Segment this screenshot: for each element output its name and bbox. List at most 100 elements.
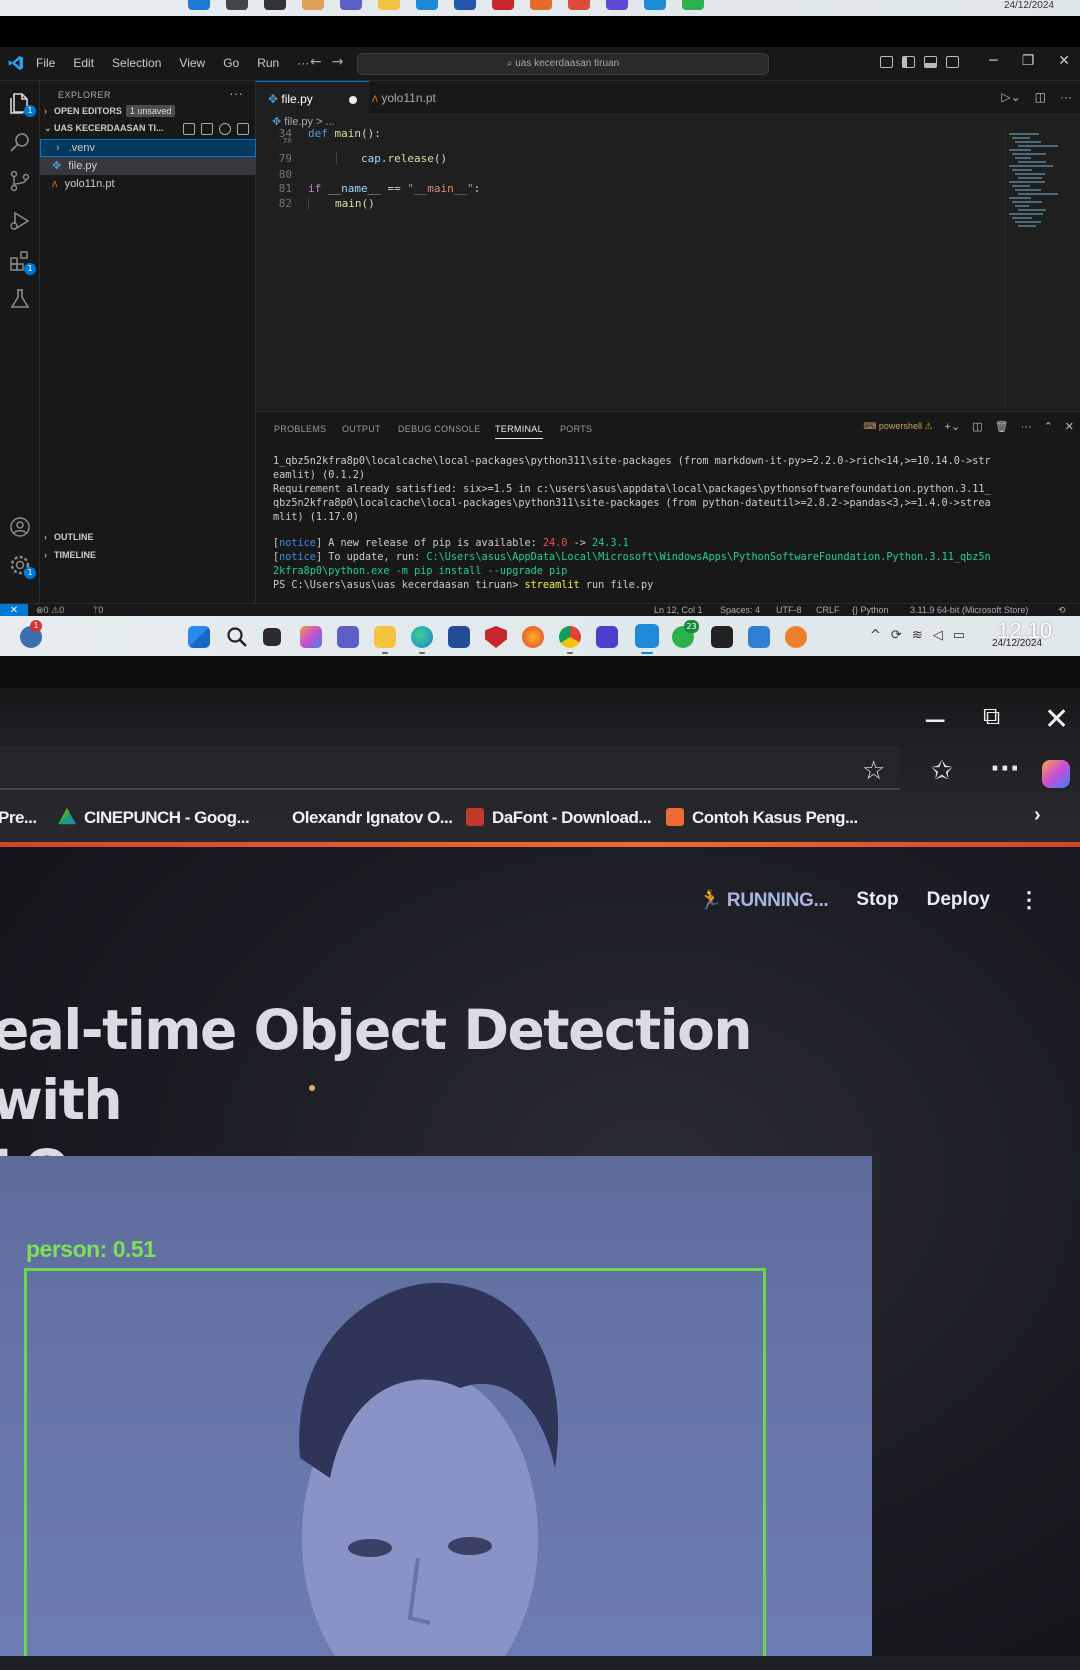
app-icon[interactable]: [596, 626, 618, 648]
terminal-prompt[interactable]: PS C:\Users\asus\uas kecerdaasan tiruan>…: [273, 580, 653, 591]
photos-icon[interactable]: [748, 626, 770, 648]
tab-ports[interactable]: PORTS: [560, 424, 592, 434]
forward-arrow-icon[interactable]: →: [332, 54, 354, 70]
wifi-icon[interactable]: ≋: [912, 628, 933, 643]
menu-run[interactable]: Run: [257, 56, 279, 70]
menu-edit[interactable]: Edit: [73, 56, 94, 70]
deploy-button[interactable]: Deploy: [927, 889, 990, 911]
bookmark-item[interactable]: Contoh Kasus Peng...: [666, 808, 858, 828]
workspace-folder-section[interactable]: ⌄ UAS KECERDAASAN TI...: [44, 123, 164, 134]
maximize-panel-icon[interactable]: ⌃: [1044, 420, 1053, 433]
app-icon[interactable]: [785, 626, 807, 648]
windows-start-icon[interactable]: [188, 626, 210, 648]
back-arrow-icon[interactable]: ←: [310, 54, 332, 70]
bookmark-item[interactable]: CINEPUNCH - Goog...: [58, 808, 250, 828]
favorites-icon[interactable]: ✩: [931, 756, 953, 786]
refresh-icon[interactable]: [219, 123, 231, 135]
tree-item-yolo-pt[interactable]: ʌ yolo11n.pt: [40, 175, 256, 193]
command-center-search[interactable]: ⌕ uas kecerdaasan tiruan: [357, 53, 769, 75]
testing-icon[interactable]: [8, 287, 32, 311]
tree-item-file-py[interactable]: ✥ file.py: [40, 157, 256, 175]
copilot-icon[interactable]: [300, 626, 322, 648]
favorite-star-icon[interactable]: ☆: [862, 756, 885, 786]
timeline-section[interactable]: › TIMELINE: [44, 550, 96, 560]
task-view-icon[interactable]: [263, 628, 281, 646]
run-debug-icon[interactable]: [8, 209, 32, 233]
search-icon[interactable]: [8, 131, 32, 155]
file-explorer-icon[interactable]: [374, 626, 396, 648]
firefox-icon[interactable]: [530, 0, 552, 10]
menu-more[interactable]: ···: [297, 56, 309, 70]
whatsapp-icon[interactable]: [682, 0, 704, 10]
copilot-icon[interactable]: [1042, 760, 1070, 788]
terminal-icon[interactable]: [711, 626, 733, 648]
bookmark-item[interactable]: Olexandr Ignatov O...: [292, 808, 453, 828]
address-bar[interactable]: [0, 746, 900, 790]
date[interactable]: 24/12/2024: [992, 638, 1042, 649]
tab-problems[interactable]: PROBLEMS: [274, 424, 326, 434]
bookmark-item[interactable]: Pre...: [0, 808, 37, 828]
restore-icon[interactable]: ❐: [1022, 53, 1035, 69]
sync-icon[interactable]: ⟳: [891, 628, 912, 643]
more-actions-icon[interactable]: ···: [1021, 421, 1032, 433]
tab-output[interactable]: OUTPUT: [342, 424, 381, 434]
task-view-icon[interactable]: [264, 0, 286, 10]
extensions-icon[interactable]: 1: [8, 249, 36, 275]
minimize-icon[interactable]: ─: [989, 53, 997, 69]
battery-icon[interactable]: ▭: [953, 628, 975, 643]
minimap[interactable]: [1004, 127, 1074, 411]
menu-go[interactable]: Go: [223, 56, 239, 70]
mcafee-icon[interactable]: [492, 0, 514, 10]
unsaved-dot-icon[interactable]: [348, 95, 357, 104]
terminal-shell-selector[interactable]: ⌨ powershell ⚠: [863, 421, 932, 432]
source-control-icon[interactable]: [8, 169, 32, 193]
store-icon[interactable]: [454, 0, 476, 10]
tab-yolo-pt[interactable]: ʌ yolo11n.pt: [360, 81, 448, 115]
close-panel-icon[interactable]: ✕: [1065, 420, 1074, 433]
split-editor-icon[interactable]: ◫: [1035, 90, 1046, 104]
tab-file-py[interactable]: ✥ file.py: [256, 81, 369, 115]
menu-selection[interactable]: Selection: [112, 56, 161, 70]
collapse-all-icon[interactable]: [237, 123, 249, 135]
more-actions-icon[interactable]: ···: [1060, 90, 1072, 104]
code-editor[interactable]: 34 def main(): 78 79 cap.release() 80 81 if…: [256, 127, 1004, 411]
outline-section[interactable]: › OUTLINE: [44, 532, 94, 542]
chrome-icon[interactable]: [559, 626, 581, 648]
toggle-panel-icon[interactable]: [924, 56, 937, 68]
toggle-sidebar-icon[interactable]: [902, 56, 915, 68]
minimize-icon[interactable]: ─: [926, 704, 944, 739]
search-icon[interactable]: [226, 0, 248, 10]
restore-icon[interactable]: ⧉: [983, 702, 1000, 730]
volume-icon[interactable]: ◁: [933, 628, 953, 643]
search-icon[interactable]: [226, 626, 248, 648]
menu-file[interactable]: File: [36, 56, 55, 70]
chrome-icon[interactable]: [568, 0, 590, 10]
explorer-icon[interactable]: 1: [8, 91, 36, 117]
tree-item-venv[interactable]: › .venv: [40, 139, 256, 157]
microsoft-store-icon[interactable]: [448, 626, 470, 648]
new-file-icon[interactable]: [183, 123, 195, 135]
trash-icon[interactable]: 🗑: [995, 420, 1009, 433]
close-icon[interactable]: ✕: [1058, 53, 1070, 69]
teams-icon[interactable]: [337, 626, 359, 648]
customize-layout-icon[interactable]: [880, 56, 893, 68]
toggle-secondary-sidebar-icon[interactable]: [946, 56, 959, 68]
new-folder-icon[interactable]: [201, 123, 213, 135]
file-explorer-icon[interactable]: [378, 0, 400, 10]
chevron-right-icon[interactable]: ›: [1034, 804, 1041, 827]
explorer-more-actions[interactable]: ···: [229, 85, 243, 101]
chevron-up-icon[interactable]: ^: [870, 628, 891, 643]
edge-icon[interactable]: [416, 0, 438, 10]
app-icon[interactable]: [606, 0, 628, 10]
more-menu-icon[interactable]: ···: [990, 754, 1020, 784]
edge-icon[interactable]: [411, 626, 433, 648]
main-menu-icon[interactable]: ⋮: [1018, 887, 1040, 913]
open-editors-section[interactable]: › OPEN EDITORS 1 unsaved: [44, 105, 176, 117]
tab-terminal[interactable]: TERMINAL: [495, 424, 543, 439]
windows-start-icon[interactable]: [188, 0, 210, 10]
vscode-icon[interactable]: [644, 0, 666, 10]
menu-view[interactable]: View: [179, 56, 205, 70]
copilot-icon[interactable]: [302, 0, 324, 10]
stop-button[interactable]: Stop: [856, 889, 898, 911]
split-terminal-icon[interactable]: ◫: [972, 420, 982, 433]
